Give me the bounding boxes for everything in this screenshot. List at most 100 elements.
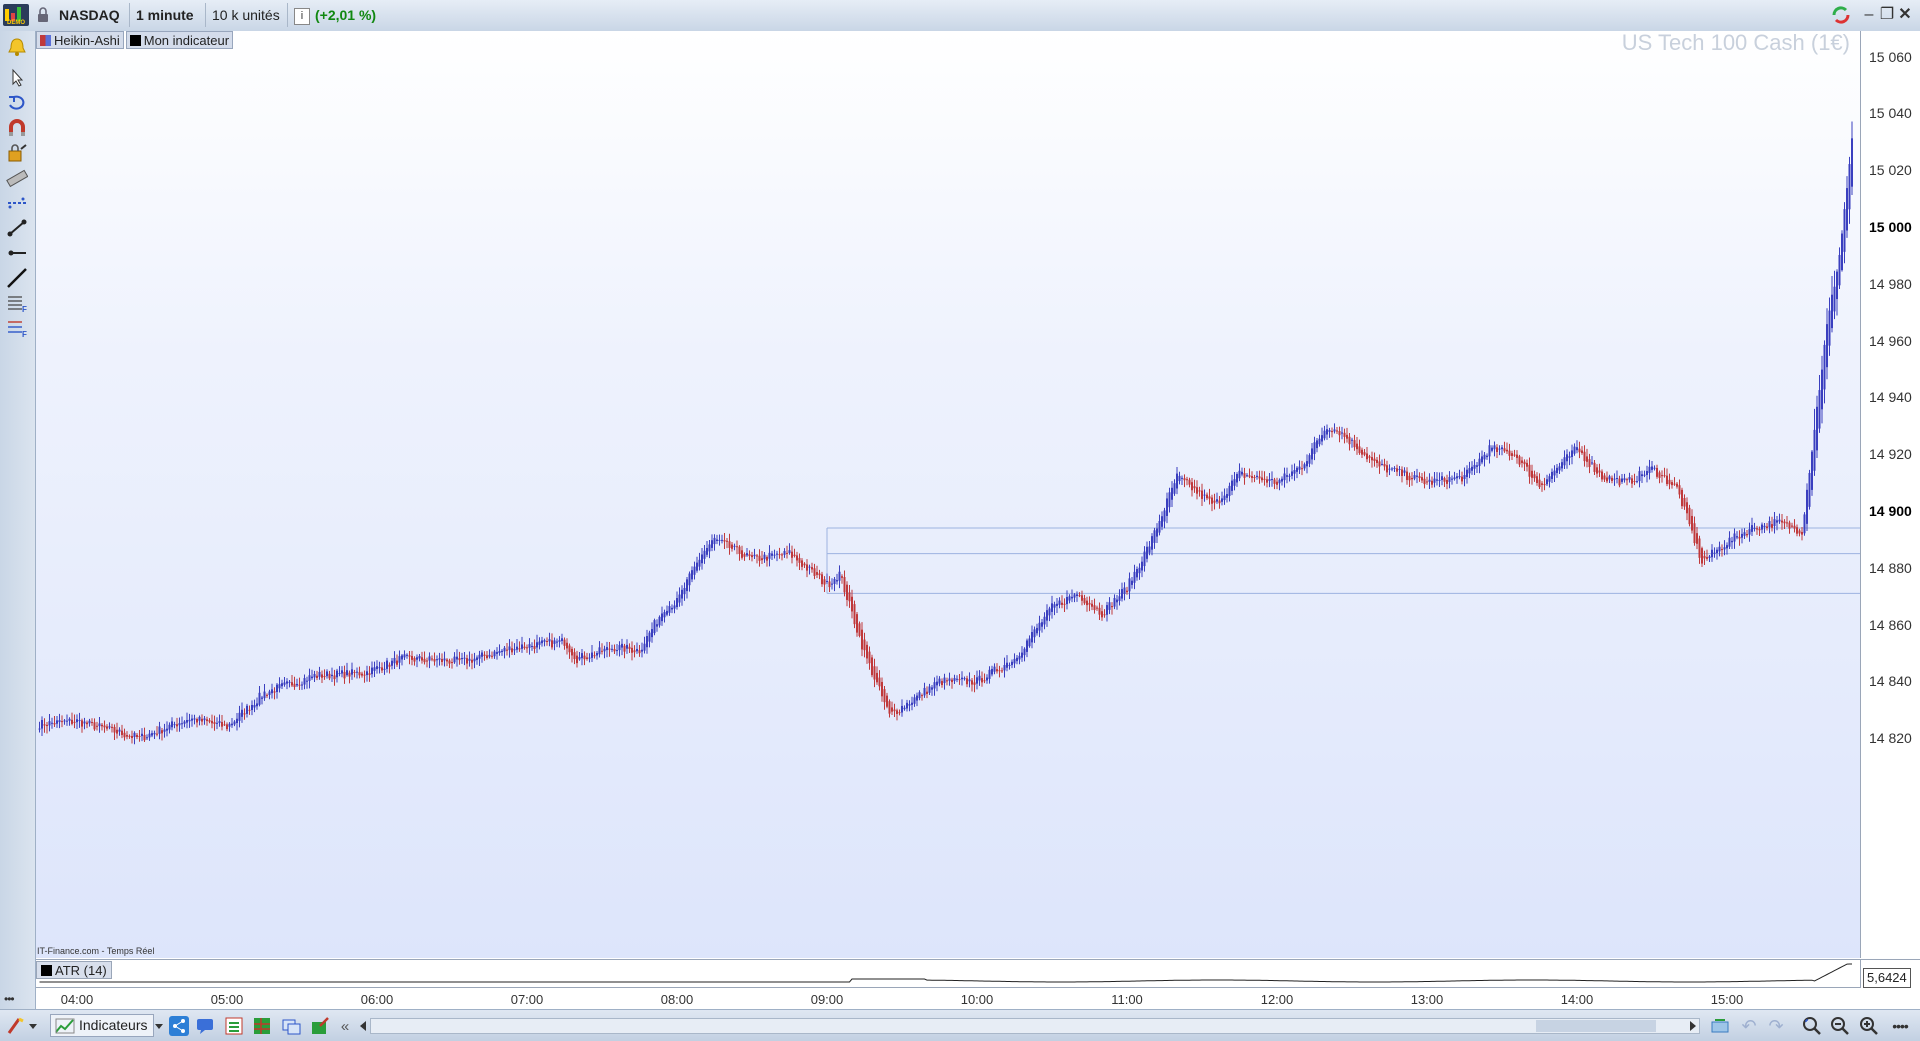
candle <box>1516 450 1518 464</box>
candle <box>1488 439 1491 464</box>
candle <box>1136 566 1138 581</box>
info-icon[interactable]: i <box>294 8 310 25</box>
candle <box>1056 598 1058 613</box>
table-icon[interactable] <box>250 1014 274 1038</box>
minimize-icon[interactable]: – <box>1860 5 1878 25</box>
replay-icon[interactable] <box>1708 1014 1732 1038</box>
candle <box>1713 547 1716 558</box>
zoom-out-icon[interactable] <box>1828 1014 1852 1038</box>
candle <box>1228 482 1231 502</box>
candle <box>1666 468 1668 487</box>
scroll-start-icon[interactable]: « <box>336 1014 354 1038</box>
legend-item-mon-indicateur[interactable]: Mon indicateur <box>125 31 234 49</box>
candle <box>1471 461 1473 475</box>
candle <box>901 699 903 717</box>
share-icon[interactable] <box>167 1014 191 1038</box>
lock-tools-icon[interactable] <box>4 140 30 166</box>
atr-pane[interactable] <box>36 959 1860 988</box>
fibonacci-levels-icon[interactable]: F <box>4 315 30 341</box>
more-options-icon[interactable]: •••• <box>1888 1014 1912 1038</box>
screener-icon[interactable] <box>308 1014 332 1038</box>
candle <box>1381 459 1383 466</box>
candle <box>1158 514 1161 536</box>
crosshair-line-icon[interactable] <box>4 190 30 216</box>
candle <box>641 642 643 658</box>
candle <box>1796 524 1798 537</box>
candle <box>461 652 463 664</box>
candle <box>141 728 143 742</box>
close-icon[interactable]: ✕ <box>1896 5 1914 25</box>
candle <box>756 553 758 564</box>
candle <box>1693 516 1696 546</box>
segment-line-icon[interactable] <box>4 215 30 241</box>
undo-icon[interactable]: ↶ <box>1737 1014 1761 1038</box>
zoom-in-icon[interactable] <box>1857 1014 1881 1038</box>
candle <box>1708 554 1711 562</box>
price-axis[interactable]: 15 060 15 040 15 020 15 000 14 980 14 960 14 9… <box>1860 31 1920 958</box>
refresh-icon[interactable] <box>1830 5 1852 25</box>
list-icon[interactable] <box>222 1014 246 1038</box>
candle <box>1261 470 1263 483</box>
candle <box>126 731 128 740</box>
pencil-icon[interactable] <box>4 1014 28 1038</box>
zoom-fit-icon[interactable] <box>1800 1014 1824 1038</box>
magnet-icon[interactable] <box>4 115 30 141</box>
candle <box>1633 473 1636 486</box>
time-tick-label: 15:00 <box>1710 992 1744 1007</box>
windows-icon[interactable] <box>279 1014 303 1038</box>
candle <box>1091 599 1093 611</box>
fibonacci-icon[interactable]: F <box>4 290 30 316</box>
pane-options-icon[interactable]: ••• <box>4 992 32 1006</box>
scroll-left-icon[interactable] <box>356 1014 370 1038</box>
legend-item-heikin-ashi[interactable]: Heikin-Ashi <box>36 31 124 49</box>
candle <box>668 601 671 616</box>
candle <box>1048 606 1051 622</box>
candle <box>58 713 61 729</box>
candle <box>1663 467 1666 478</box>
restore-icon[interactable]: ❐ <box>1878 5 1896 25</box>
candle <box>853 600 856 629</box>
chevron-down-icon[interactable] <box>152 1014 166 1038</box>
atr-legend[interactable]: ATR (14) <box>36 961 112 979</box>
indicators-button[interactable]: Indicateurs <box>50 1014 155 1037</box>
candle <box>1041 618 1043 633</box>
redo-icon[interactable]: ↷ <box>1764 1014 1788 1038</box>
horizontal-line-icon[interactable] <box>4 240 30 266</box>
candle <box>1098 602 1101 621</box>
cursor-pointer-icon[interactable] <box>4 65 30 91</box>
candle <box>401 653 403 666</box>
candle <box>1603 473 1606 483</box>
horizontal-scrollbar[interactable] <box>370 1018 1700 1034</box>
candle <box>1058 597 1061 609</box>
units-selector[interactable]: 10 k unités <box>206 3 288 43</box>
candle <box>928 683 931 695</box>
candle <box>301 681 303 690</box>
candle <box>386 657 388 673</box>
scroll-right-icon[interactable] <box>1686 1014 1700 1038</box>
candle <box>951 677 953 689</box>
instrument-selector[interactable]: NASDAQ <box>53 3 130 43</box>
candle <box>128 734 131 739</box>
time-axis[interactable]: 04:00 05:00 06:00 07:00 08:00 09:00 10:00 11:00… <box>36 987 1860 1010</box>
candle <box>1591 456 1593 465</box>
candle <box>73 714 76 729</box>
scrollbar-thumb[interactable] <box>1536 1020 1656 1032</box>
candle <box>1241 467 1243 477</box>
alert-bell-icon[interactable] <box>4 34 30 60</box>
undo-zoom-icon[interactable] <box>4 90 30 116</box>
candle <box>1428 473 1431 489</box>
candle <box>616 643 618 656</box>
candle <box>1606 471 1608 484</box>
ruler-icon[interactable] <box>4 165 30 191</box>
candle <box>1308 453 1311 468</box>
trend-line-icon[interactable] <box>4 265 30 291</box>
candle <box>918 690 921 701</box>
lock-icon[interactable] <box>36 6 50 24</box>
price-chart-area[interactable] <box>36 31 1860 958</box>
candle <box>453 652 456 664</box>
comment-icon[interactable] <box>193 1014 217 1038</box>
chevron-down-icon[interactable] <box>26 1014 40 1038</box>
candle <box>998 665 1001 678</box>
candle <box>883 686 886 710</box>
timeframe-selector[interactable]: 1 minute <box>130 3 206 43</box>
